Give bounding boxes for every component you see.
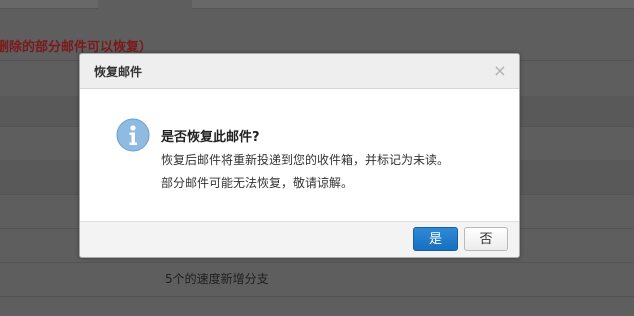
dialog-footer: 是 否 bbox=[80, 221, 519, 257]
info-icon bbox=[116, 118, 150, 152]
dialog-message-line: 恢复后邮件将重新投递到您的收件箱，并标记为未读。 bbox=[161, 153, 450, 167]
dialog-header: 恢复邮件 × bbox=[80, 54, 519, 89]
background-row-text: 5个的速度新增分支 bbox=[165, 272, 269, 286]
yes-button[interactable]: 是 bbox=[413, 227, 458, 251]
background-tab bbox=[192, 0, 634, 9]
background-tabs bbox=[0, 0, 634, 9]
restore-mail-dialog: 恢复邮件 × 是否恢复此邮件? 恢复后邮件将重新投递到您的收件箱，并标记为未读。… bbox=[79, 53, 520, 258]
background-tab bbox=[0, 0, 98, 9]
dialog-title: 恢复邮件 bbox=[94, 65, 143, 79]
no-button[interactable]: 否 bbox=[464, 227, 508, 251]
background-divider bbox=[0, 262, 634, 263]
dialog-message-line: 部分邮件可能无法恢复，敬请谅解。 bbox=[161, 176, 354, 190]
close-icon[interactable]: × bbox=[491, 62, 509, 80]
dialog-heading: 是否恢复此邮件? bbox=[161, 130, 260, 145]
background-divider bbox=[0, 296, 634, 297]
